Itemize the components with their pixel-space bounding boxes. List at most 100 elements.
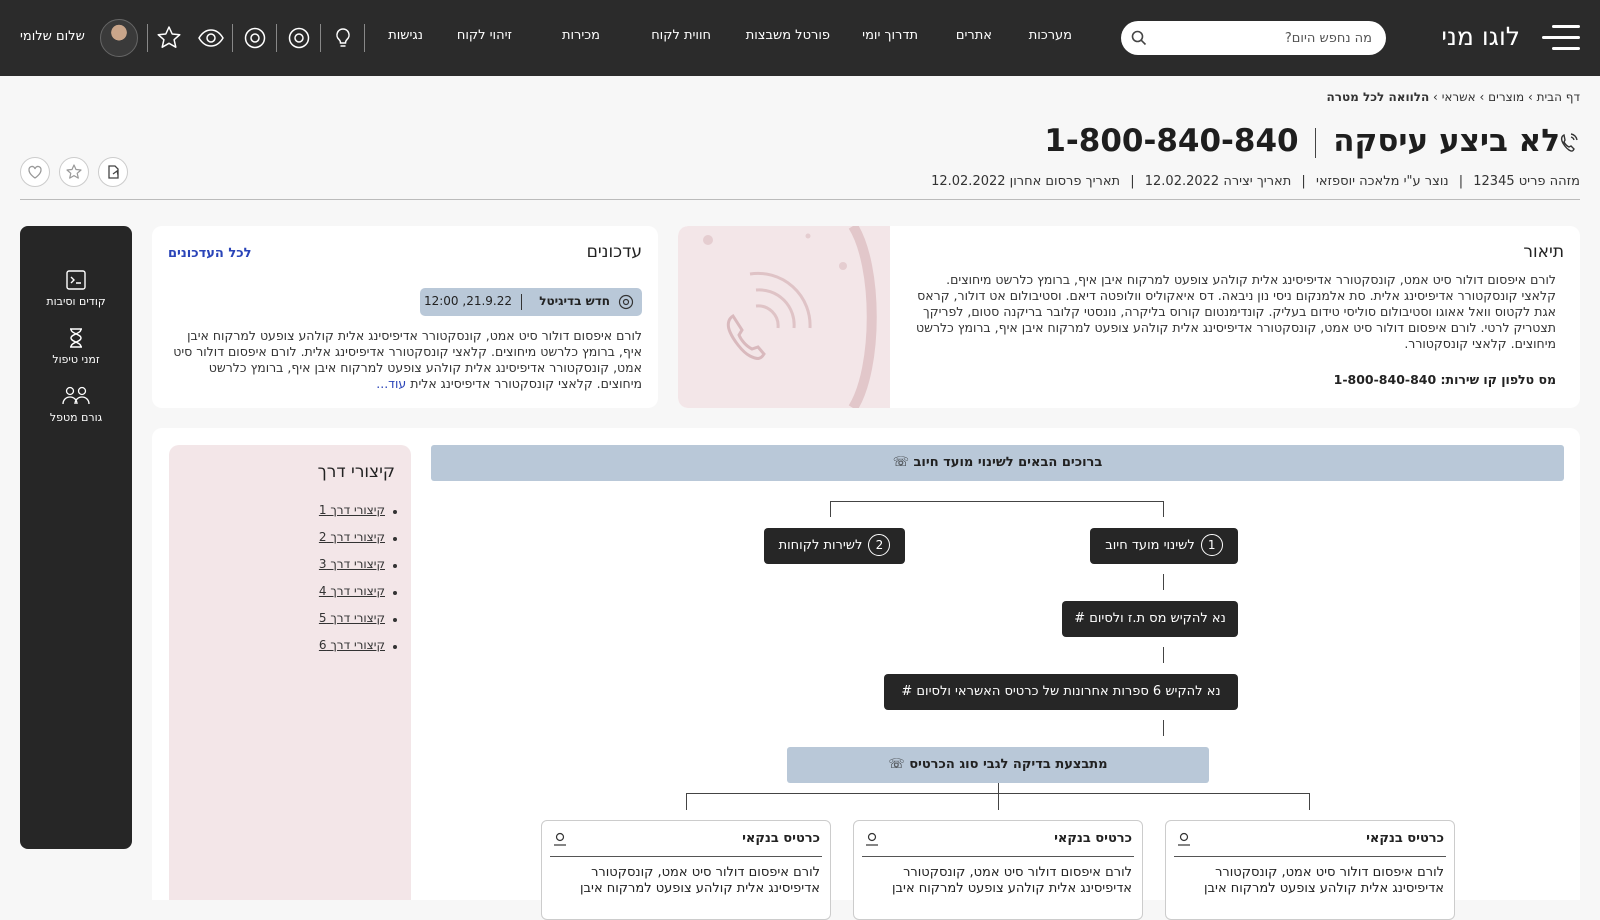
search-input[interactable] [1157, 27, 1372, 49]
card-type-box-1[interactable]: כרטיס בנקאי לורם איפסום דולור סיט אמט, ק… [1165, 820, 1455, 920]
sidebar-item-label: זמני טיפול [52, 353, 100, 366]
meta-creator-label: נוצר ע"י [1403, 174, 1449, 189]
nav-item-sites[interactable]: אתרים [956, 28, 992, 43]
eye-icon[interactable] [196, 23, 226, 53]
description-body: לורם איפסום דולור סיט אמט, קונסקטורר אדי… [916, 272, 1556, 351]
update-badge-time: 21.9.22, 12:00 [423, 294, 512, 308]
chevron-left-icon: › [1527, 90, 1533, 104]
bullet [393, 537, 397, 541]
share-button[interactable] [98, 157, 128, 187]
meta-created-value: 12.02.2022 [1144, 174, 1220, 189]
divider [320, 24, 321, 52]
nav-item-daily-briefing[interactable]: תדרוך יומי [862, 28, 918, 43]
bullet [393, 591, 397, 595]
card-divider [862, 856, 1134, 857]
search-icon[interactable] [1131, 30, 1147, 46]
star-icon[interactable] [154, 23, 184, 53]
lightbulb-icon[interactable] [328, 23, 358, 53]
flow-step-card-digits: נא להקיש 6 ספרות אחרונות של כרטיס האשראי… [884, 674, 1238, 710]
shortcuts-title: קיצורי דרך [317, 462, 395, 482]
connector [830, 501, 1164, 502]
tools-sidebar: קודים וסיבות זמני טיפול גורם מטפל [20, 226, 132, 849]
share-document-icon [108, 165, 119, 179]
title-phone: 1-800-840-840 [1044, 123, 1299, 159]
update-body: לורם איפסום דולור סיט אמט, קונסקטורר אדי… [168, 328, 642, 392]
shortcut-link-2[interactable]: קיצורי דרך 2 [319, 530, 385, 544]
user-icon [866, 832, 878, 846]
card-type-box-3[interactable]: כרטיס בנקאי לורם איפסום דולור סיט אמט, ק… [541, 820, 831, 920]
bullet [393, 510, 397, 514]
target-icon[interactable] [240, 23, 270, 53]
read-more-link[interactable]: עוד... [376, 376, 406, 391]
sidebar-item-handler[interactable]: גורם מטפל [20, 384, 132, 424]
flow-check-text: מתבצעת בדיקה לגבי סוג הכרטיס [909, 757, 1108, 772]
title-divider [1315, 127, 1317, 158]
update-badge[interactable]: חדש בדיגיטל 21.9.22, 12:00 [420, 288, 642, 316]
option-number-badge: 1 [1200, 534, 1223, 556]
hourglass-icon [70, 328, 82, 348]
flow-option-1[interactable]: 1 לשינוי מועד חיוב [1090, 528, 1238, 564]
flow-step-id: נא להקיש מס ת.ז ולסיום # [1062, 601, 1238, 637]
shortcut-link-4[interactable]: קיצורי דרך 4 [319, 584, 385, 598]
breadcrumb-credit[interactable]: אשראי [1442, 90, 1476, 104]
favorite-button[interactable] [20, 157, 50, 187]
user-icon [554, 832, 566, 846]
shortcut-link-3[interactable]: קיצורי דרך 3 [319, 557, 385, 571]
divider [276, 24, 277, 52]
meta-published-label: תאריך פרסום אחרון [1009, 174, 1121, 189]
nav-item-slots-portal[interactable]: פורטל משבצות [746, 28, 830, 43]
update-badge-title: חדש בדיגיטל [539, 294, 610, 308]
card-divider [1174, 856, 1446, 857]
meta-separator: | [1458, 174, 1464, 189]
nav-item-accessibility[interactable]: נגישות [388, 28, 423, 43]
bullet [393, 564, 397, 568]
bullet [393, 618, 397, 622]
shortcut-link-6[interactable]: קיצורי דרך 6 [319, 638, 385, 652]
user-greeting[interactable]: שלום שלומי [20, 29, 85, 44]
sidebar-item-label: קודים וסיבות [46, 295, 106, 308]
shortcut-link-5[interactable]: קיצורי דרך 5 [319, 611, 385, 625]
option-number-badge: 2 [868, 534, 891, 556]
digital-icon [618, 294, 634, 310]
card-type-body: לורם איפסום דולור סיט אמט, קונסקטורר אדי… [579, 865, 820, 896]
meta-creator-value: מלאכה יוספזאי [1315, 174, 1400, 189]
item-metadata: מזהה פריט 12345 | נוצר ע"י מלאכה יוספזאי… [931, 174, 1580, 189]
connector [1163, 647, 1164, 663]
sidebar-item-codes[interactable]: קודים וסיבות [20, 268, 132, 308]
card-type-title: כרטיס בנקאי [1054, 831, 1132, 846]
menu-icon[interactable] [1540, 22, 1582, 54]
meta-published-value: 12.02.2022 [931, 174, 1006, 189]
heart-icon [28, 165, 42, 179]
flow-option-2[interactable]: 2 לשירות לקוחות [764, 528, 905, 564]
target-icon[interactable] [284, 23, 314, 53]
card-type-box-2[interactable]: כרטיס בנקאי לורם איפסום דולור סיט אמט, ק… [853, 820, 1143, 920]
breadcrumb-current: הלוואה לכל מטרה [1326, 90, 1430, 104]
star-button[interactable] [59, 157, 89, 187]
breadcrumb-products[interactable]: מוצרים [1488, 90, 1524, 104]
avatar[interactable] [100, 19, 138, 57]
option-label: לשירות לקוחות [778, 538, 863, 553]
nav-item-sales[interactable]: מכירות [562, 28, 600, 43]
sidebar-item-handling-times[interactable]: זמני טיפול [20, 326, 132, 366]
all-updates-link[interactable]: לכל העדכונים [168, 246, 251, 261]
page-title: לא ביצע עיסקה 1-800-840-840 [1044, 123, 1560, 159]
flow-header: ברוכים הבאים לשינוי מועד חיוב ☏ [431, 445, 1564, 481]
meta-created-label: תאריך יצירה [1223, 174, 1292, 189]
connector [686, 793, 687, 810]
phone-ring-icon: ☏ [892, 455, 909, 470]
divider [147, 24, 148, 52]
update-text: לורם איפסום דולור סיט אמט, קונסקטורר אדי… [173, 328, 642, 391]
flow-check-bar: מתבצעת בדיקה לגבי סוג הכרטיס ☏ [787, 747, 1209, 783]
updates-card: עדכונים לכל העדכונים חדש בדיגיטל 21.9.22… [152, 226, 658, 408]
card-type-title: כרטיס בנקאי [1366, 831, 1444, 846]
breadcrumb-home[interactable]: דף הבית [1537, 90, 1580, 104]
phone-ring-icon: ☏ [888, 757, 905, 772]
nav-item-customer-id[interactable]: זיהוי לקוח [457, 28, 512, 43]
title-name: לא ביצע עיסקה [1333, 123, 1560, 159]
logo[interactable]: לוגו מני [1441, 22, 1520, 51]
updates-title: עדכונים [586, 242, 642, 262]
connector [1163, 720, 1164, 736]
nav-item-customer-experience[interactable]: חווית לקוח [651, 28, 711, 43]
shortcut-link-1[interactable]: קיצורי דרך 1 [319, 503, 385, 517]
nav-item-systems[interactable]: מערכות [1029, 28, 1072, 43]
